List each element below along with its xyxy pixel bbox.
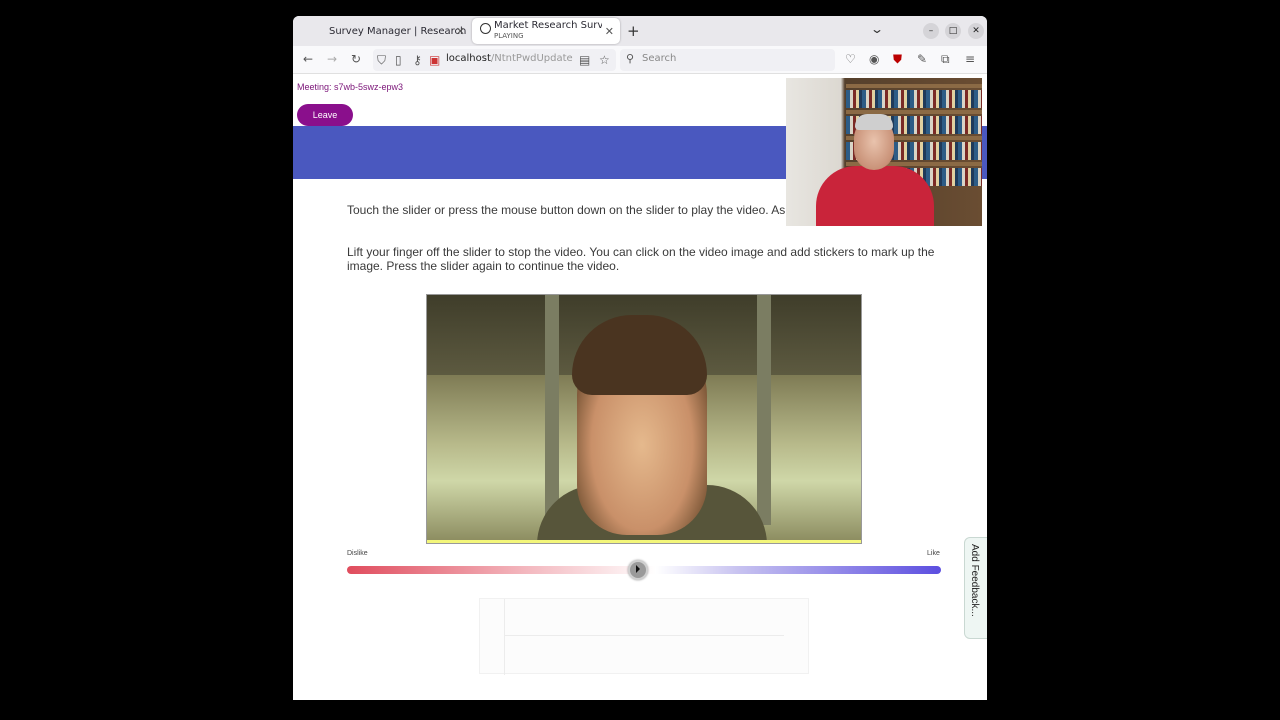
permissions-icon[interactable]: ⚷ xyxy=(413,53,422,67)
page-icon: ▯ xyxy=(395,53,402,67)
chart-axis-line xyxy=(504,635,784,636)
maximize-icon[interactable]: □ xyxy=(945,23,961,39)
tab-title: Market Research Survey xyxy=(494,20,602,31)
slider-dislike-label: Dislike xyxy=(347,550,368,557)
tab-title: Survey Manager | Research xyxy=(329,26,467,37)
tab-survey-manager[interactable]: Survey Manager | Research ✕ xyxy=(299,18,469,44)
slider-like-label: Like xyxy=(927,550,940,557)
close-window-icon[interactable]: ✕ xyxy=(968,23,984,39)
search-icon: ⚲ xyxy=(626,52,635,65)
url-host: localhost xyxy=(446,53,491,64)
minimize-icon[interactable]: – xyxy=(923,23,939,39)
chart-axis-line xyxy=(504,599,505,675)
url-path: /NtntPwdUpdate xyxy=(490,53,573,64)
forward-icon[interactable]: → xyxy=(327,52,337,66)
media-icon[interactable]: ▣ xyxy=(429,53,440,67)
close-tab-icon[interactable]: ✕ xyxy=(456,25,465,38)
add-feedback-tab[interactable]: Add Feedback... xyxy=(964,537,987,639)
pointer-cursor-icon xyxy=(636,565,641,573)
account-icon[interactable]: ◉ xyxy=(869,52,879,66)
webcam-person-hair xyxy=(855,114,893,130)
new-tab-icon[interactable]: + xyxy=(627,22,640,40)
bookshelf xyxy=(846,84,982,88)
video-frame-pillar xyxy=(545,295,559,525)
url-text[interactable]: localhost/NtntPwdUpdate xyxy=(446,53,573,64)
chevron-down-icon[interactable]: ⌄ xyxy=(870,22,884,36)
bookshelf xyxy=(846,90,982,108)
speaker-icon[interactable] xyxy=(480,23,491,34)
faded-chart-area xyxy=(479,598,809,675)
meeting-id: Meeting: s7wb-5swz-epw3 xyxy=(297,82,404,92)
shield-icon[interactable]: ⛉ xyxy=(377,53,386,67)
instructions-paragraph-2: Lift your finger off the slider to stop … xyxy=(347,245,935,273)
reader-view-icon[interactable]: ▤ xyxy=(579,53,590,67)
webcam-person-body xyxy=(816,166,934,226)
pocket-icon[interactable]: ♡ xyxy=(845,52,856,66)
search-bar[interactable]: ⚲ Search xyxy=(620,49,835,71)
leave-button[interactable]: Leave xyxy=(297,104,353,126)
slider-handle[interactable] xyxy=(628,560,649,580)
tab-playing-status: PLAYING xyxy=(494,32,524,40)
navigation-bar: ← → ↻ ⛉ ▯ ⚷ ▣ localhost/NtntPwdUpdate ▤ … xyxy=(293,46,987,74)
video-frame-pillar xyxy=(757,295,771,525)
webcam-video-overlay[interactable] xyxy=(786,78,982,226)
search-placeholder: Search xyxy=(642,53,677,64)
video-player[interactable] xyxy=(426,294,862,544)
close-tab-icon[interactable]: ✕ xyxy=(605,25,614,38)
extensions-puzzle-icon[interactable]: ⧉ xyxy=(941,52,950,66)
ublock-icon[interactable]: ⛊ xyxy=(893,52,902,66)
url-bar[interactable]: ⛉ ▯ ⚷ ▣ localhost/NtntPwdUpdate ▤ ☆ xyxy=(373,49,616,71)
tab-market-research[interactable]: Market Research Survey PLAYING ✕ xyxy=(472,18,620,44)
add-feedback-label: Add Feedback... xyxy=(969,544,980,617)
menu-icon[interactable]: ≡ xyxy=(965,52,975,66)
tab-strip: Survey Manager | Research ✕ Market Resea… xyxy=(293,16,987,46)
back-icon[interactable]: ← xyxy=(303,52,313,66)
extension-icon[interactable]: ✎ xyxy=(917,52,927,66)
video-progress-bar xyxy=(427,540,861,543)
bookmark-star-icon[interactable]: ☆ xyxy=(599,53,610,67)
reload-icon[interactable]: ↻ xyxy=(351,52,361,66)
